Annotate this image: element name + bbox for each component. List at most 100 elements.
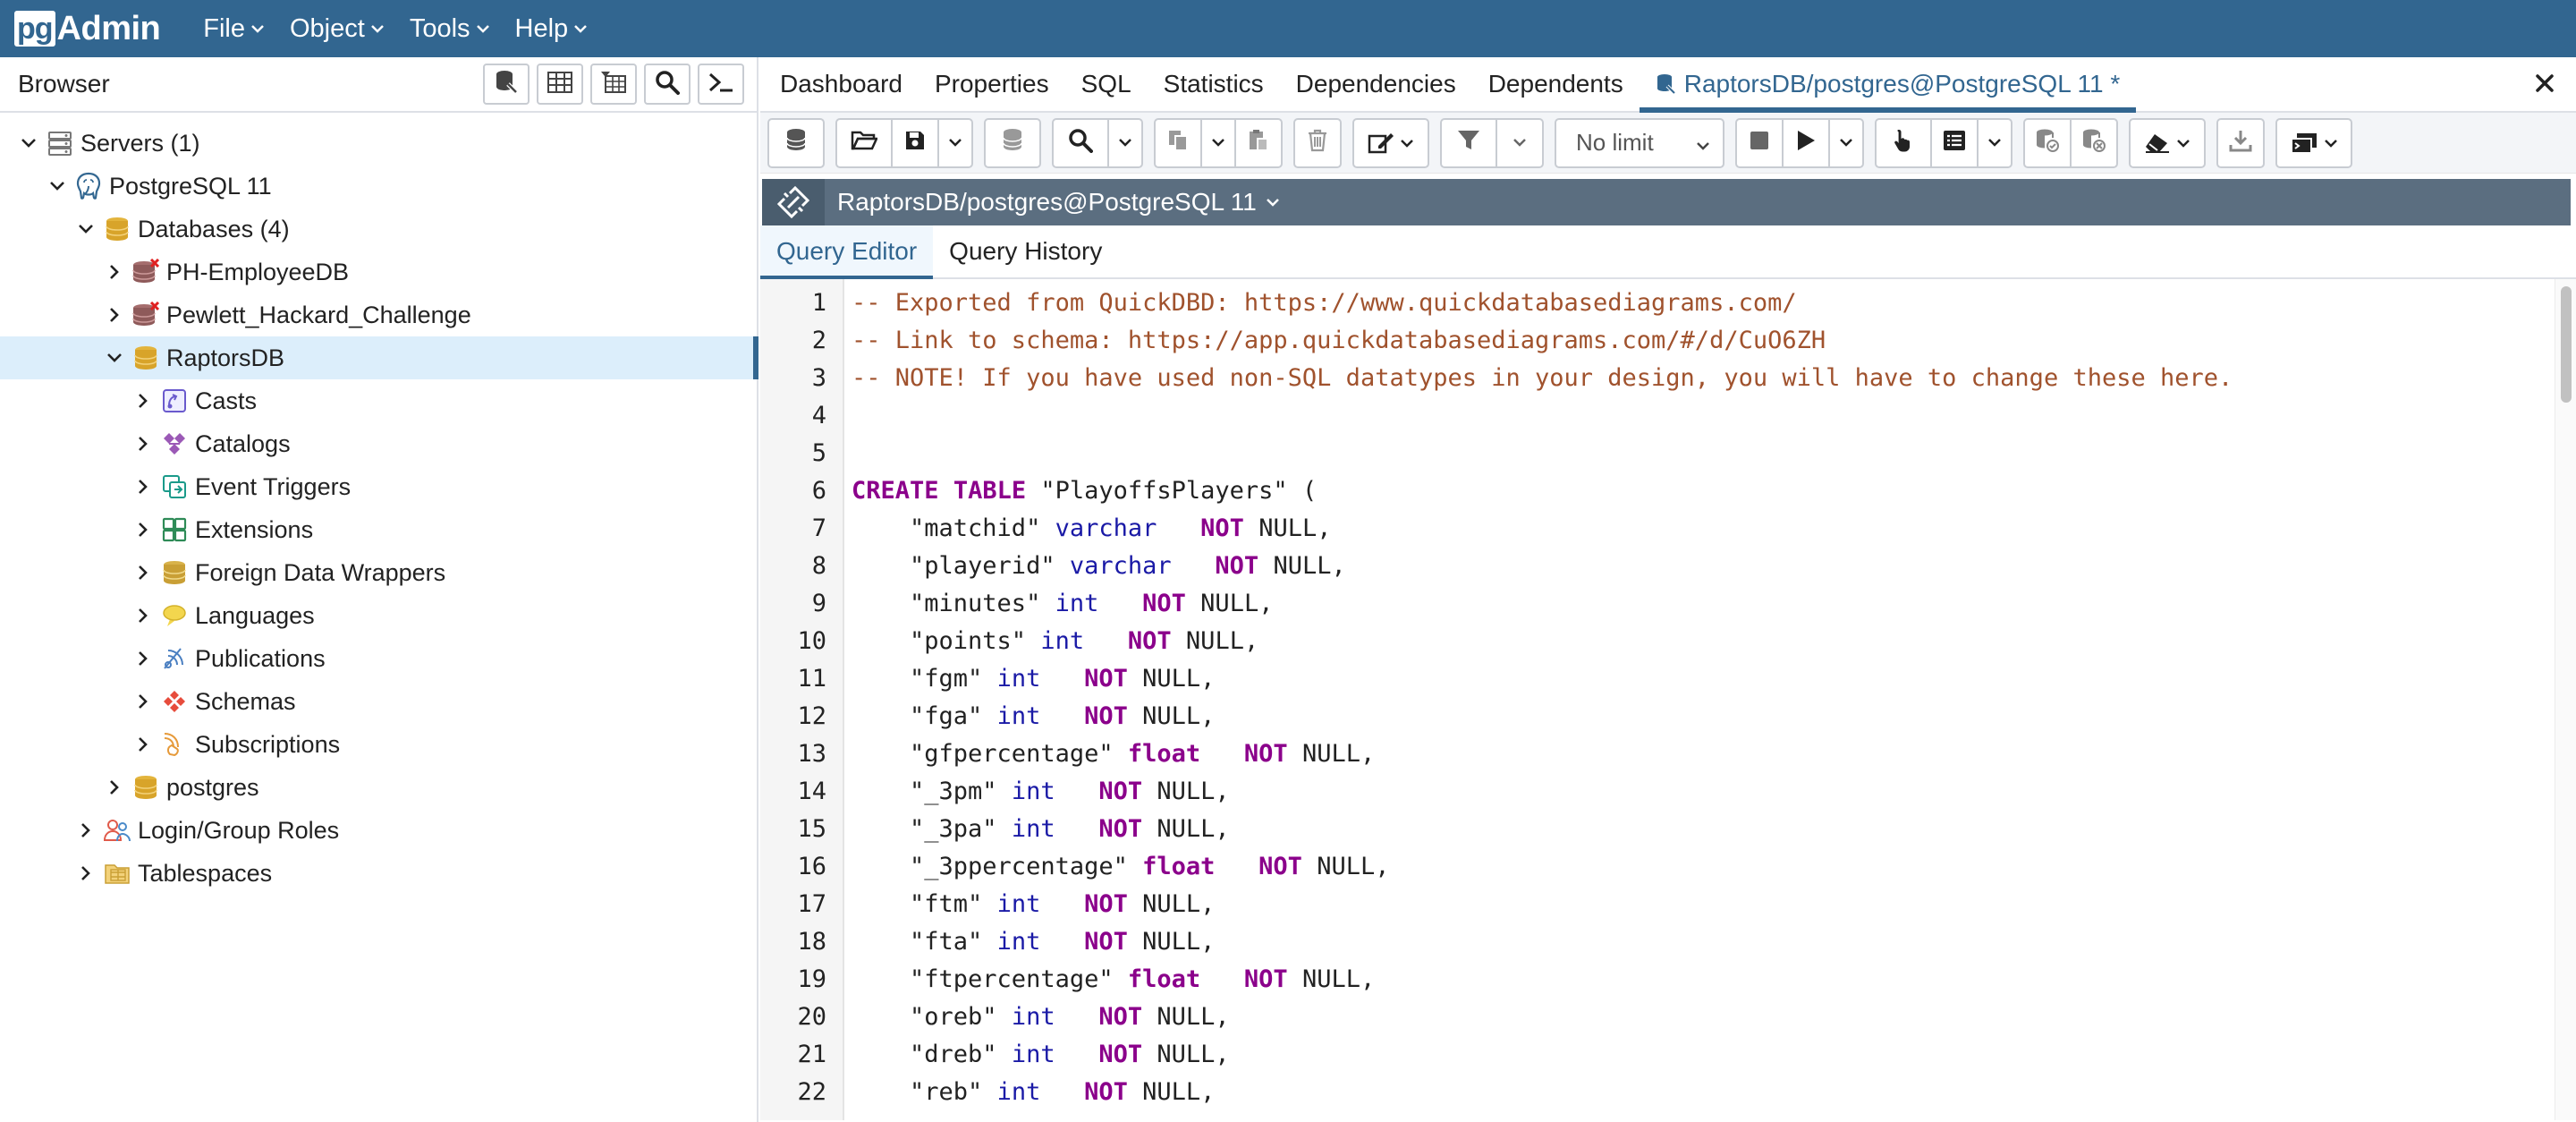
explain-analyze-button[interactable]	[1930, 117, 1979, 168]
code-line: "fta" int NOT NULL,	[852, 923, 2576, 961]
filter-options-dropdown[interactable]	[1496, 117, 1544, 168]
tab-sql[interactable]: SQL	[1065, 57, 1148, 111]
sql-editor[interactable]: 1 2 3 4 5 6 7 8 9 10 11 12 13 14 15 16 17 18 19 20 21 22 -- E…	[760, 279, 2576, 1120]
tree-item-pewlett-hackard-challenge[interactable]: Pewlett_Hackard_Challenge	[0, 293, 757, 336]
find-options-dropdown[interactable]	[1107, 117, 1143, 168]
rollback-button[interactable]	[2070, 117, 2118, 168]
database-disconnected-icon	[131, 300, 161, 330]
editor-scrollbar[interactable]	[2555, 279, 2576, 1120]
tree-item-ph-employeedb[interactable]: PH-EmployeeDB	[0, 251, 757, 293]
menu-file[interactable]: File	[203, 0, 265, 57]
tree-item-databases-4[interactable]: Databases (4)	[0, 208, 757, 251]
chevron-right-icon[interactable]	[73, 822, 98, 838]
chevron-down-icon[interactable]	[45, 180, 70, 192]
query-tool-button[interactable]	[483, 64, 530, 105]
chevron-right-icon[interactable]	[73, 865, 98, 881]
tree-item-event-triggers[interactable]: Event Triggers	[0, 465, 757, 508]
chevron-right-icon[interactable]	[131, 693, 156, 710]
tree-item-postgresql-11[interactable]: PostgreSQL 11	[0, 165, 757, 208]
delete-rows-button[interactable]	[1293, 117, 1342, 168]
chevron-right-icon[interactable]	[131, 650, 156, 667]
menu-help[interactable]: Help	[515, 0, 589, 57]
tree-item-raptorsdb[interactable]: RaptorsDB	[0, 336, 758, 379]
chevron-down-icon[interactable]	[102, 352, 127, 364]
row-limit-select[interactable]: No limit	[1555, 117, 1724, 168]
psql-tool-button[interactable]	[698, 64, 744, 105]
clear-button[interactable]	[2129, 117, 2206, 168]
tree-item-schemas[interactable]: Schemas	[0, 680, 757, 723]
save-file-button[interactable]	[891, 117, 939, 168]
close-tab-button[interactable]	[2529, 70, 2560, 100]
copy-options-dropdown[interactable]	[1200, 117, 1236, 168]
explain-button[interactable]	[1875, 117, 1932, 168]
search-objects-button[interactable]	[644, 64, 691, 105]
macros-button[interactable]	[2275, 117, 2352, 168]
tree-item-tablespaces[interactable]: Tablespaces	[0, 852, 757, 895]
execute-button[interactable]	[1782, 117, 1830, 168]
download-csv-button[interactable]	[2216, 117, 2265, 168]
code-line: "reb" int NOT NULL,	[852, 1074, 2576, 1111]
tree-item-publications[interactable]: Publications	[0, 637, 757, 680]
filtered-rows-button[interactable]	[590, 64, 637, 105]
chevron-right-icon[interactable]	[131, 393, 156, 409]
tab-dependents[interactable]: Dependents	[1472, 57, 1640, 111]
database-rollback-icon	[2081, 128, 2106, 157]
find-button[interactable]	[1052, 117, 1109, 168]
tree-item-label: Databases (4)	[138, 215, 290, 242]
chevron-down-icon[interactable]	[16, 137, 41, 149]
editor-scrollbar-thumb[interactable]	[2561, 286, 2572, 403]
tree-item-languages[interactable]: Languages	[0, 594, 757, 637]
chevron-right-icon[interactable]	[102, 779, 127, 795]
line-number: 15	[797, 815, 826, 843]
open-file-button[interactable]	[835, 117, 893, 168]
tree-item-subscriptions[interactable]: Subscriptions	[0, 723, 757, 766]
filter-button[interactable]	[1440, 117, 1497, 168]
tab-dashboard[interactable]: Dashboard	[760, 57, 919, 111]
connection-status-icon[interactable]	[762, 179, 825, 225]
tree-item-postgres[interactable]: postgres	[0, 766, 757, 809]
cancel-query-button[interactable]	[1735, 117, 1784, 168]
commit-button[interactable]	[2023, 117, 2072, 168]
chevron-right-icon[interactable]	[131, 436, 156, 452]
menu-tools[interactable]: Tools	[410, 0, 490, 57]
tab-statistics[interactable]: Statistics	[1148, 57, 1280, 111]
code-line: "dreb" int NOT NULL,	[852, 1036, 2576, 1074]
tab-properties[interactable]: Properties	[919, 57, 1065, 111]
execute-options-dropdown[interactable]	[1828, 117, 1864, 168]
tab-dependencies[interactable]: Dependencies	[1280, 57, 1472, 111]
chevron-right-icon[interactable]	[102, 307, 127, 323]
chevron-down-icon[interactable]	[73, 223, 98, 235]
chevron-right-icon[interactable]	[131, 522, 156, 538]
chevron-right-icon[interactable]	[131, 608, 156, 624]
extensions-icon	[159, 514, 190, 545]
chevron-right-icon[interactable]	[131, 479, 156, 495]
tab-raptorsdb-postgres-postgresql-11[interactable]: RaptorsDB/postgres@PostgreSQL 11 *	[1639, 57, 2137, 113]
menu-object[interactable]: Object	[290, 0, 385, 57]
tree-item-casts[interactable]: Casts	[0, 379, 757, 422]
save-data-changes-button[interactable]	[984, 117, 1041, 168]
chevron-right-icon[interactable]	[102, 264, 127, 280]
tree-item-extensions[interactable]: Extensions	[0, 508, 757, 551]
pgadmin-logo[interactable]: pg Admin	[14, 0, 161, 57]
copy-button[interactable]	[1154, 117, 1202, 168]
save-options-dropdown[interactable]	[937, 117, 973, 168]
explain-options-dropdown[interactable]	[1977, 117, 2012, 168]
connection-selector[interactable]: RaptorsDB/postgres@PostgreSQL 11	[837, 188, 1280, 217]
code-area[interactable]: -- Exported from QuickDBD: https://www.q…	[844, 279, 2576, 1120]
subtab-query-history[interactable]: Query History	[933, 225, 1118, 277]
chevron-down-icon	[250, 24, 265, 33]
code-token: NULL,	[1287, 740, 1376, 768]
edit-button[interactable]	[1352, 117, 1429, 168]
tree-item-login-group-roles[interactable]: Login/Group Roles	[0, 809, 757, 852]
paste-button[interactable]	[1234, 117, 1283, 168]
tree-item-foreign-data-wrappers[interactable]: Foreign Data Wrappers	[0, 551, 757, 594]
query-subtabs: Query Editor Query History	[760, 225, 2576, 279]
chevron-right-icon[interactable]	[131, 565, 156, 581]
server-connection-button[interactable]	[767, 117, 825, 168]
tree-item-catalogs[interactable]: Catalogs	[0, 422, 757, 465]
tree-item-servers-1[interactable]: Servers (1)	[0, 122, 757, 165]
view-data-button[interactable]	[537, 64, 583, 105]
chevron-right-icon[interactable]	[131, 736, 156, 752]
subtab-query-editor[interactable]: Query Editor	[760, 225, 934, 279]
